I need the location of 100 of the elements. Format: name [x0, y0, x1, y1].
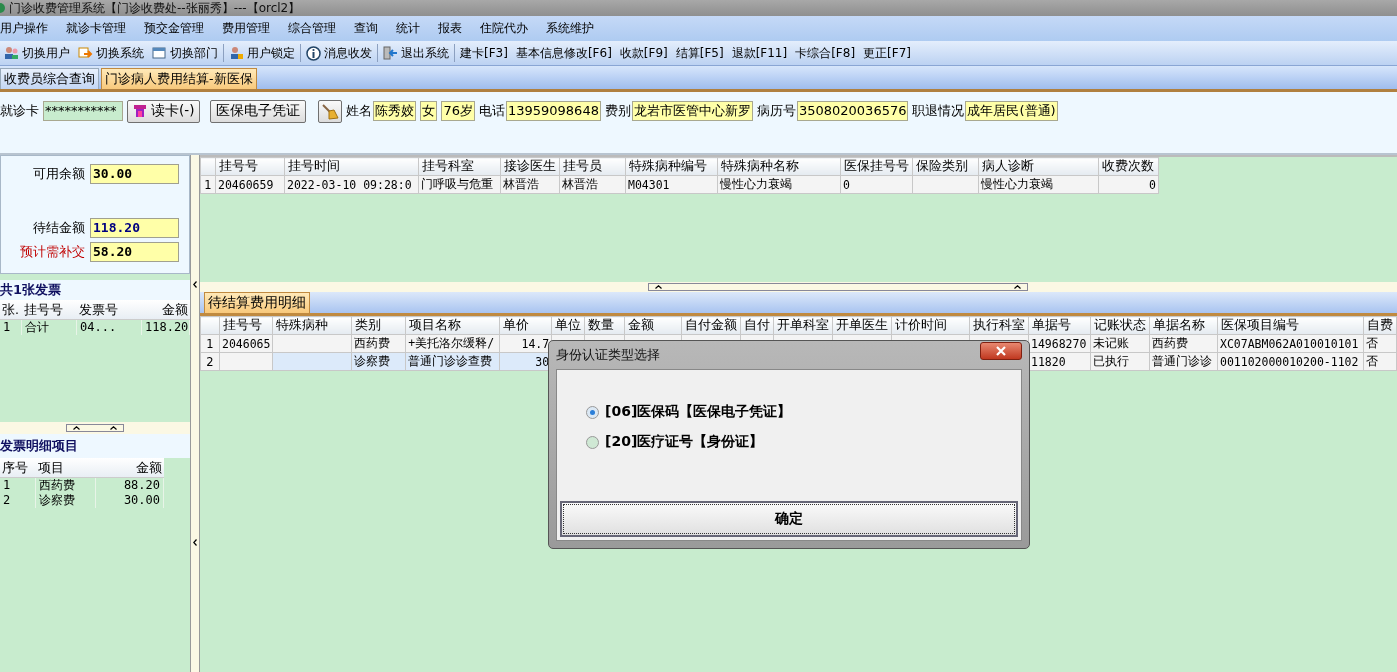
column-header: 收费次数 — [1098, 157, 1159, 176]
window-icon — [152, 46, 167, 60]
clear-button[interactable] — [318, 99, 343, 123]
field-label: 费别 — [604, 102, 631, 120]
toolbar-button[interactable]: 更正[F7] — [859, 42, 915, 64]
read-card-button[interactable]: 读卡(-) — [127, 99, 201, 123]
confirm-button[interactable]: 确定 — [560, 501, 1018, 537]
column-header: 自付金额 — [681, 316, 741, 335]
card-number-field[interactable]: *********** — [43, 101, 123, 121]
toolbar-button[interactable]: 切换部门 — [148, 42, 222, 64]
info-field[interactable]: 陈秀姣 — [373, 101, 417, 121]
radio-button[interactable] — [586, 435, 599, 449]
users-icon — [4, 46, 19, 60]
column-header: 医保项目编号 — [1217, 316, 1364, 335]
column-header: 执行科室 — [969, 316, 1029, 335]
column-header: 单据号 — [1028, 316, 1091, 335]
toolbar-button[interactable]: 用户锁定 — [225, 42, 299, 64]
table-cell: 1 — [0, 478, 36, 493]
toolbar-button[interactable]: 建卡[F3] — [456, 42, 512, 64]
column-header: 自费 — [1363, 316, 1397, 335]
radio-button[interactable] — [586, 405, 599, 419]
balance-value: 118.20 — [90, 218, 179, 238]
balance-label: 待结金额 — [33, 219, 85, 237]
option-label: [06]医保码【医保电子凭证】 — [605, 403, 792, 421]
section-title: 共1张发票 — [0, 280, 190, 300]
toolbar-button[interactable]: 退出系统 — [379, 42, 453, 64]
field-label: 电话 — [478, 102, 505, 120]
app-icon — [0, 2, 6, 14]
info-field[interactable]: 3508020036576 — [796, 101, 909, 121]
menu-item[interactable]: 就诊卡管理 — [66, 20, 135, 37]
window-title: 门诊收费管理系统【门诊收费处--张丽秀】---【orcl2】 — [9, 1, 301, 15]
menu-item[interactable]: 报表 — [438, 20, 471, 37]
radio-option[interactable]: [06]医保码【医保电子凭证】 — [586, 403, 1021, 421]
menu-item[interactable]: 查询 — [354, 20, 387, 37]
column-header: 开单科室 — [773, 316, 833, 335]
menu-item[interactable]: 统计 — [396, 20, 429, 37]
tab[interactable]: 待结算费用明细 — [204, 292, 310, 313]
voucher-button[interactable]: 医保电子凭证 — [210, 99, 307, 123]
column-header: 开单医生 — [832, 316, 892, 335]
column-header: 医保挂号号 — [840, 157, 913, 176]
menu-item[interactable]: 用户操作 — [0, 20, 57, 37]
table-cell: 2 — [0, 493, 36, 508]
menu-item[interactable]: 预交金管理 — [144, 20, 213, 37]
column-header: 金额 — [624, 316, 682, 335]
column-header: 类别 — [351, 316, 406, 335]
option-label: [20]医疗证号【身份证】 — [605, 433, 764, 451]
table-cell: 04... — [77, 320, 142, 335]
vertical-splitter[interactable] — [190, 155, 200, 672]
toolbar-button[interactable]: 结算[F5] — [671, 42, 728, 64]
table-cell: 诊察费 — [36, 493, 96, 508]
info-field[interactable]: 女 — [420, 101, 438, 121]
info-field[interactable]: 龙岩市医管中心新罗 — [631, 101, 753, 121]
toolbar-button[interactable]: 收款[F9] — [615, 42, 672, 64]
column-header: 病人诊断 — [978, 157, 1099, 176]
splitter-grip[interactable] — [648, 283, 1028, 291]
column-header: 项目 — [36, 458, 96, 478]
column-header: 特殊病种名称 — [717, 157, 841, 176]
column-header: 挂号号 — [22, 300, 77, 320]
info-field[interactable]: 13959098648 — [505, 101, 601, 121]
section-title: 发票明细项目 — [0, 434, 190, 458]
table-cell: 30.00 — [96, 493, 164, 508]
balance-value: 58.20 — [90, 242, 179, 262]
info-field[interactable]: 成年居民(普通) — [965, 101, 1058, 121]
column-header: 特殊病种 — [272, 316, 352, 335]
column-header: 发票号 — [77, 300, 142, 320]
balance-label: 可用余额 — [33, 165, 85, 183]
toolbar-button[interactable]: 卡综合[F8] — [791, 42, 860, 64]
splitter-grip[interactable] — [66, 424, 124, 432]
tab[interactable]: 门诊病人费用结算-新医保 — [101, 68, 257, 89]
tab[interactable]: 收费员综合查询 — [0, 68, 99, 89]
menu-item[interactable]: 系统维护 — [546, 20, 603, 37]
close-button[interactable] — [980, 342, 1022, 360]
toolbar-button[interactable]: 切换系统 — [74, 42, 148, 64]
info-field[interactable]: 76岁 — [441, 101, 475, 121]
column-header: 挂号号 — [215, 157, 285, 176]
toolbar-button[interactable]: 基本信息修改[F6] — [511, 42, 616, 64]
menu-item[interactable]: 综合管理 — [288, 20, 345, 37]
balance-value: 30.00 — [90, 164, 179, 184]
toolbar-button[interactable]: 退款[F11] — [727, 42, 792, 64]
user-lock-icon — [229, 46, 244, 60]
chevron-up-icon — [73, 426, 80, 430]
column-header: 项目名称 — [405, 316, 500, 335]
dialog-title: 身份认证类型选择 — [556, 346, 660, 364]
chevron-up-icon — [1014, 285, 1021, 289]
menu-item[interactable]: 住院代办 — [480, 20, 537, 37]
column-header: 金额 — [142, 300, 190, 320]
balance-label: 预计需补交 — [20, 243, 85, 261]
toolbar-button[interactable]: 切换用户 — [0, 42, 74, 64]
column-header: 金额 — [96, 458, 164, 478]
info-icon — [306, 45, 321, 61]
chevron-left-icon — [193, 280, 197, 288]
toolbar-button[interactable]: 消息收发 — [302, 42, 376, 64]
radio-option[interactable]: [20]医疗证号【身份证】 — [586, 433, 1021, 451]
menu-item[interactable]: 费用管理 — [222, 20, 279, 37]
column-header: 挂号号 — [219, 316, 273, 335]
column-header: 接诊医生 — [500, 157, 560, 176]
chevron-up-icon — [655, 285, 662, 289]
close-icon — [996, 346, 1006, 356]
switch-icon — [78, 46, 93, 60]
column-header: 序号 — [0, 458, 36, 478]
